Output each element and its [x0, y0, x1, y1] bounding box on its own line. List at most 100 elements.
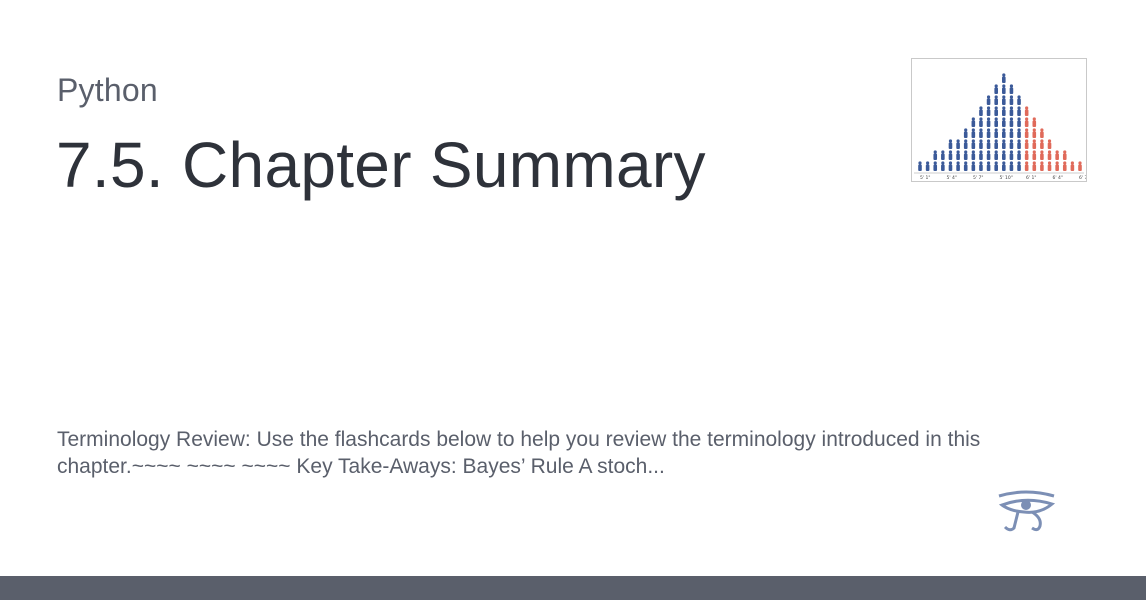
tick-label: 5' 1" [920, 175, 930, 181]
person-figure [1017, 106, 1021, 116]
person-figure [994, 128, 998, 138]
person-figure [1002, 128, 1006, 138]
person-figure [1002, 106, 1006, 116]
person-figure [1017, 117, 1021, 127]
person-figure [971, 117, 976, 127]
person-figure [1009, 128, 1014, 138]
person-figure [1017, 95, 1021, 105]
person-figure [1002, 95, 1006, 105]
person-figure [1002, 139, 1006, 149]
person-figure [1009, 84, 1014, 94]
tick-label: 5' 4" [947, 175, 957, 181]
person-figure [986, 139, 991, 149]
person-figure [956, 139, 960, 149]
person-figure [948, 139, 953, 149]
person-figure [994, 117, 998, 127]
person-figure [941, 150, 945, 160]
person-figure [979, 150, 983, 160]
eye-of-horus-icon [996, 488, 1056, 532]
tick-label: 6' 7" [1079, 175, 1086, 181]
tick-label: 5' 10" [1000, 175, 1013, 181]
footer-bar [0, 576, 1146, 600]
person-figure [933, 161, 938, 171]
person-figure [1017, 139, 1021, 149]
page-description: Terminology Review: Use the flashcards b… [57, 428, 981, 478]
person-figure [956, 161, 960, 171]
person-figure [1009, 150, 1014, 160]
person-figure [1024, 117, 1029, 127]
person-figure [1078, 161, 1082, 171]
person-figure [979, 161, 983, 171]
person-figure [1002, 73, 1006, 83]
person-figure [925, 161, 930, 171]
person-figure [1017, 150, 1021, 160]
person-figure [1017, 128, 1021, 138]
person-figure [1055, 161, 1059, 171]
person-figure [979, 117, 983, 127]
tick-labels: 5' 1" 5' 4" 5' 7" 5' 10" 6' 1" 6' 4" 6' 7" [920, 175, 1086, 181]
tick-label: 6' 4" [1053, 175, 1063, 181]
person-figure [948, 150, 953, 160]
person-figure [956, 150, 960, 160]
person-figure [971, 161, 976, 171]
person-figure [1055, 150, 1059, 160]
person-figure [1002, 84, 1006, 94]
person-figure [1024, 150, 1029, 160]
person-figure [971, 139, 976, 149]
person-figure [963, 139, 968, 149]
person-figure [1002, 150, 1006, 160]
person-figure [963, 161, 968, 171]
person-figure [1002, 161, 1006, 171]
person-figure [1024, 106, 1029, 116]
person-figure [1017, 161, 1021, 171]
person-figure [948, 161, 953, 171]
thumbnail-image: 5' 1" 5' 4" 5' 7" 5' 10" 6' 1" 6' 4" 6' 7" [911, 58, 1087, 182]
person-figure [1009, 139, 1014, 149]
person-figure [994, 106, 998, 116]
people-figures [918, 73, 1082, 171]
person-figure [1062, 161, 1067, 171]
page-title: 7.5. Chapter Summary [56, 129, 706, 201]
person-figure [1047, 161, 1052, 171]
site-name: Python [57, 72, 158, 108]
person-figure [1032, 139, 1037, 149]
person-figure [979, 106, 983, 116]
person-figure [1009, 117, 1014, 127]
person-figure [994, 161, 998, 171]
person-figure [994, 95, 998, 105]
person-figure [1009, 106, 1014, 116]
height-distribution-figure: 5' 1" 5' 4" 5' 7" 5' 10" 6' 1" 6' 4" 6' 7" [914, 73, 1086, 181]
person-figure [1040, 139, 1044, 149]
tick-label: 5' 7" [973, 175, 983, 181]
person-figure [979, 128, 983, 138]
person-figure [1070, 161, 1075, 171]
person-figure [963, 150, 968, 160]
person-figure [986, 106, 991, 116]
person-figure [1024, 161, 1029, 171]
person-figure [933, 150, 938, 160]
person-figure [1032, 117, 1037, 127]
person-figure [941, 161, 945, 171]
person-figure [994, 139, 998, 149]
person-figure [986, 128, 991, 138]
tick-label: 6' 1" [1026, 175, 1036, 181]
person-figure [971, 128, 976, 138]
person-figure [1009, 161, 1014, 171]
person-figure [1032, 150, 1037, 160]
person-figure [1009, 95, 1014, 105]
person-figure [1047, 150, 1052, 160]
person-figure [1040, 161, 1044, 171]
person-figure [1040, 150, 1044, 160]
person-figure [1062, 150, 1067, 160]
person-figure [918, 161, 922, 171]
person-figure [986, 95, 991, 105]
person-figure [1024, 128, 1029, 138]
person-figure [986, 161, 991, 171]
person-figure [963, 128, 968, 138]
person-figure [1024, 139, 1029, 149]
person-figure [994, 150, 998, 160]
person-figure [986, 117, 991, 127]
person-figure [986, 150, 991, 160]
person-figure [1047, 139, 1052, 149]
person-figure [1040, 128, 1044, 138]
